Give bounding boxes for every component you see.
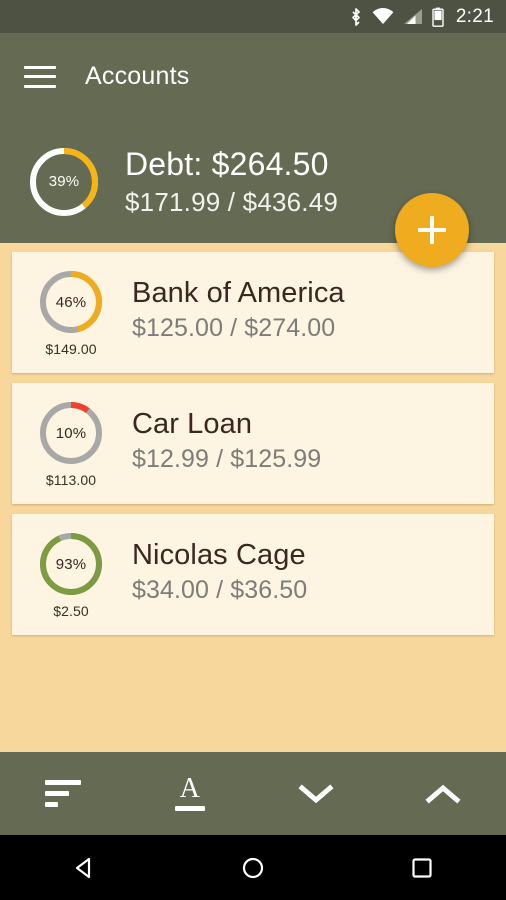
chevron-down-icon xyxy=(298,783,334,803)
android-nav-bar xyxy=(0,835,506,900)
plus-icon xyxy=(418,216,446,244)
sort-alphabetical-button[interactable]: A xyxy=(150,764,230,824)
bluetooth-icon xyxy=(349,7,363,27)
hamburger-line xyxy=(24,84,56,88)
underline-bar xyxy=(174,806,205,811)
chevron-up-icon xyxy=(425,784,461,804)
page-title: Accounts xyxy=(85,62,190,90)
total-debt-progress: $171.99 / $436.49 xyxy=(125,187,339,217)
battery-icon xyxy=(432,7,444,27)
account-remaining-amount: $149.00 xyxy=(45,341,97,357)
back-icon xyxy=(76,857,91,878)
sort-lines-button[interactable] xyxy=(23,764,103,824)
nav-recents-button[interactable] xyxy=(387,843,457,893)
sort-line xyxy=(45,802,59,807)
account-progress-amount: $12.99 / $125.99 xyxy=(132,445,322,473)
sort-ascending-button[interactable] xyxy=(403,764,483,824)
account-progress-ring: 46% xyxy=(37,268,105,336)
sort-alphabetical-icon: A xyxy=(174,773,205,811)
hamburger-menu-icon[interactable] xyxy=(24,65,56,88)
account-progress-ring: 93% xyxy=(37,530,105,598)
summary-percent-label: 39% xyxy=(48,173,80,190)
account-percent-label: 93% xyxy=(55,555,87,573)
account-remaining-amount: $113.00 xyxy=(45,472,97,488)
app-screen: 2:21 Accounts 39% Debt: $264.50 $171.99 … xyxy=(0,0,506,900)
home-icon xyxy=(242,857,264,878)
cell-signal-icon xyxy=(403,8,423,25)
account-card-nicolas-cage[interactable]: 93% $2.50 Nicolas Cage $34.00 / $36.50 xyxy=(12,514,494,635)
accounts-list: 46% $149.00 Bank of America $125.00 / $2… xyxy=(0,243,506,750)
nav-back-button[interactable] xyxy=(49,843,119,893)
recents-icon xyxy=(412,857,432,878)
summary-progress-ring: 39% xyxy=(27,145,101,219)
hamburger-line xyxy=(24,75,56,78)
account-progress-amount: $125.00 / $274.00 xyxy=(132,314,336,342)
account-name: Bank of America xyxy=(132,277,345,309)
account-card-car-loan[interactable]: 10% $113.00 Car Loan $12.99 / $125.99 xyxy=(12,383,494,504)
hamburger-line xyxy=(24,65,56,69)
letter-a-glyph: A xyxy=(179,773,200,804)
sort-line xyxy=(45,791,70,796)
total-debt-amount: Debt: $264.50 xyxy=(125,146,329,182)
wifi-icon xyxy=(372,8,394,25)
status-bar: 2:21 xyxy=(0,0,506,33)
account-progress-ring: 10% xyxy=(37,399,105,467)
sort-line xyxy=(45,780,82,785)
sort-lines-icon xyxy=(45,780,82,807)
account-name: Nicolas Cage xyxy=(132,539,306,571)
add-account-fab[interactable] xyxy=(395,193,469,267)
status-bar-clock: 2:21 xyxy=(455,5,494,27)
app-bar: Accounts xyxy=(0,33,506,120)
nav-home-button[interactable] xyxy=(218,843,288,893)
account-percent-label: 10% xyxy=(55,424,87,442)
account-progress-amount: $34.00 / $36.50 xyxy=(132,576,308,604)
account-remaining-amount: $2.50 xyxy=(53,603,89,619)
account-name: Car Loan xyxy=(132,408,253,440)
sort-descending-button[interactable] xyxy=(276,764,356,824)
account-percent-label: 46% xyxy=(55,293,87,311)
bottom-toolbar: A xyxy=(0,752,506,835)
account-card-bank-of-america[interactable]: 46% $149.00 Bank of America $125.00 / $2… xyxy=(12,252,494,373)
